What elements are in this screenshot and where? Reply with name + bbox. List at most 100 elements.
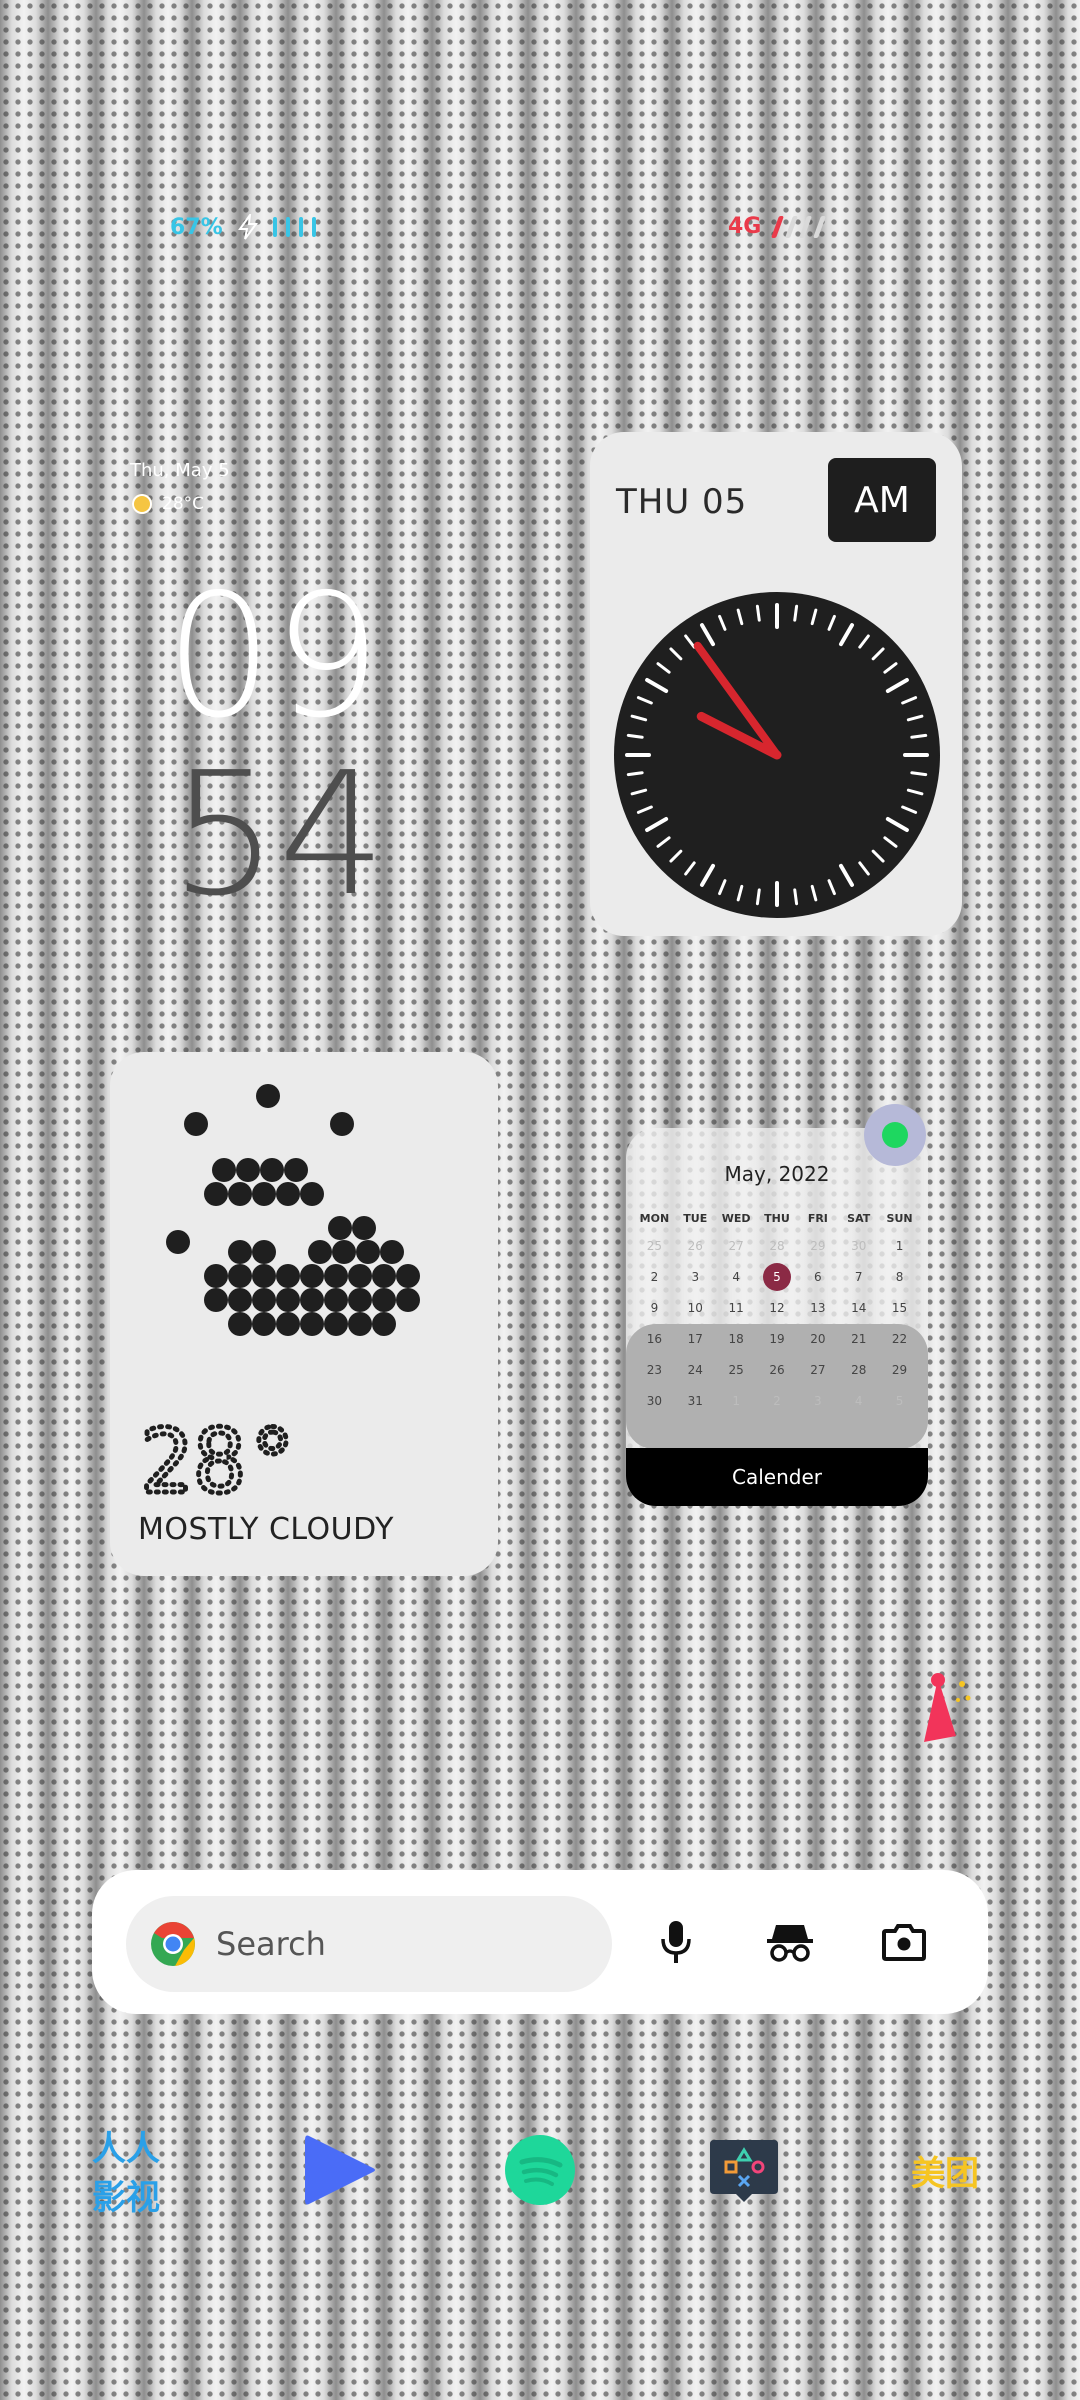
calendar-day[interactable]: 8	[879, 1261, 920, 1292]
calendar-day[interactable]: 26	[675, 1230, 716, 1261]
calendar-day[interactable]: 10	[675, 1292, 716, 1323]
cloud-dot	[352, 1216, 376, 1240]
charging-icon	[237, 214, 258, 240]
cloud-dot	[348, 1264, 372, 1288]
dotted-cloud-icon	[166, 1084, 420, 1336]
calendar-day[interactable]: 25	[634, 1230, 675, 1261]
clock-tick	[910, 771, 928, 777]
cloud-dot	[330, 1112, 354, 1136]
home-temperature: 28°C	[162, 494, 205, 514]
calendar-day[interactable]: 12	[757, 1292, 798, 1323]
clock-minute[interactable]: 54	[170, 750, 386, 920]
clock-tick	[626, 733, 644, 739]
calendar-day[interactable]: 22	[879, 1323, 920, 1354]
calendar-day[interactable]: 28	[757, 1230, 798, 1261]
calendar-day[interactable]: 28	[838, 1354, 879, 1385]
dock-app-renren[interactable]: 人人影视	[92, 2129, 192, 2218]
calendar-weekday: THU	[764, 1211, 790, 1225]
cloud-dot	[372, 1312, 396, 1336]
calendar-day[interactable]: 13	[797, 1292, 838, 1323]
incognito-button[interactable]	[758, 1910, 822, 1974]
clock-day: THU 05	[616, 482, 748, 522]
cloud-dot	[184, 1112, 208, 1136]
calendar-weekday: FRI	[807, 1211, 828, 1225]
search-widget: Search	[92, 1870, 988, 2014]
cloud-dot	[348, 1288, 372, 1312]
dock-app-spotify[interactable]	[502, 2130, 578, 2210]
status-left: 67%	[170, 214, 316, 240]
calendar-day[interactable]: 25	[716, 1354, 757, 1385]
calendar-day[interactable]: 1	[879, 1230, 920, 1261]
calendar-day[interactable]: 2	[634, 1261, 675, 1292]
calendar-day[interactable]: 3	[675, 1261, 716, 1292]
calendar-day[interactable]: 30	[838, 1230, 879, 1261]
calendar-day[interactable]: 26	[757, 1354, 798, 1385]
calendar-day[interactable]: 5	[757, 1261, 798, 1292]
clock-hour[interactable]: 09	[165, 572, 381, 742]
cloud-dot	[328, 1216, 352, 1240]
clock-tick	[793, 604, 799, 622]
cloud-dot	[300, 1288, 324, 1312]
cloud-dot	[212, 1158, 236, 1182]
calendar-day[interactable]: 14	[838, 1292, 879, 1323]
search-input[interactable]: Search	[126, 1896, 612, 1992]
voice-search-button[interactable]	[644, 1910, 708, 1974]
cloud-dot	[324, 1312, 348, 1336]
calendar-day[interactable]: 20	[797, 1323, 838, 1354]
dock-app-meituan[interactable]: 美团	[900, 2130, 990, 2210]
cloud-dot	[236, 1158, 260, 1182]
calendar-footer[interactable]: Calender	[626, 1448, 928, 1506]
renren-label: 人人影视	[92, 2129, 160, 2218]
calendar-widget[interactable]: May, 2022 MON TUE WED THU FRI SAT SUN 25 26 27 28 2…	[626, 1128, 928, 1506]
calendar-day[interactable]: 27	[797, 1354, 838, 1385]
calendar-weekday: SAT	[847, 1211, 871, 1225]
cloud-dot	[228, 1182, 252, 1206]
dock-app-play[interactable]	[300, 2130, 380, 2210]
game-controller-icon	[710, 2140, 778, 2202]
cloud-dot	[324, 1288, 348, 1312]
calendar-day[interactable]: 1	[716, 1385, 757, 1416]
calendar-day[interactable]: 4	[838, 1385, 879, 1416]
meituan-label: 美团	[911, 2153, 979, 2194]
calendar-day[interactable]: 16	[634, 1323, 675, 1354]
calendar-day[interactable]: 18	[716, 1323, 757, 1354]
calendar-day[interactable]: 3	[797, 1385, 838, 1416]
calendar-day[interactable]: 29	[879, 1354, 920, 1385]
calendar-day[interactable]: 21	[838, 1323, 879, 1354]
calendar-day[interactable]: 23	[634, 1354, 675, 1385]
calendar-day[interactable]: 19	[757, 1323, 798, 1354]
calendar-day[interactable]: 4	[716, 1261, 757, 1292]
calendar-day[interactable]: 6	[797, 1261, 838, 1292]
weather-widget[interactable]: 28° MOSTLY CLOUDY	[110, 1052, 498, 1576]
incognito-icon	[767, 1925, 813, 1962]
cloud-dot	[256, 1084, 280, 1108]
calendar-day[interactable]: 7	[838, 1261, 879, 1292]
cloud-dot	[260, 1158, 284, 1182]
analog-clock-widget[interactable]: THU 05 AM	[590, 432, 962, 936]
cloud-dot	[204, 1288, 228, 1312]
calendar-day[interactable]: 31	[675, 1385, 716, 1416]
calendar-day[interactable]: 5	[879, 1385, 920, 1416]
calendar-day[interactable]: 9	[634, 1292, 675, 1323]
calendar-day[interactable]: 15	[879, 1292, 920, 1323]
cloud-dot	[228, 1264, 252, 1288]
calendar-day[interactable]: 30	[634, 1385, 675, 1416]
home-weather: 28°C	[132, 494, 204, 514]
lens-button[interactable]	[872, 1910, 936, 1974]
clock-tick	[755, 888, 761, 906]
cloud-dot	[380, 1240, 404, 1264]
calendar-day[interactable]: 17	[675, 1323, 716, 1354]
dock-app-games[interactable]	[706, 2130, 782, 2210]
cloud-dot	[300, 1264, 324, 1288]
partly-sunny-icon	[132, 494, 152, 514]
calendar-day[interactable]: 2	[757, 1385, 798, 1416]
calendar-day[interactable]: 11	[716, 1292, 757, 1323]
spotify-badge-icon[interactable]	[864, 1104, 926, 1166]
calendar-day[interactable]: 27	[716, 1230, 757, 1261]
cloud-dot	[228, 1288, 252, 1312]
calendar-day[interactable]: 24	[675, 1354, 716, 1385]
calendar-grid: MON TUE WED THU FRI SAT SUN 25 26 27 28 29 30 1 2 3 4 5 6 7…	[634, 1206, 920, 1416]
cloud-dot	[166, 1230, 190, 1254]
calendar-day[interactable]: 29	[797, 1230, 838, 1261]
party-popper-icon[interactable]	[918, 1670, 974, 1750]
